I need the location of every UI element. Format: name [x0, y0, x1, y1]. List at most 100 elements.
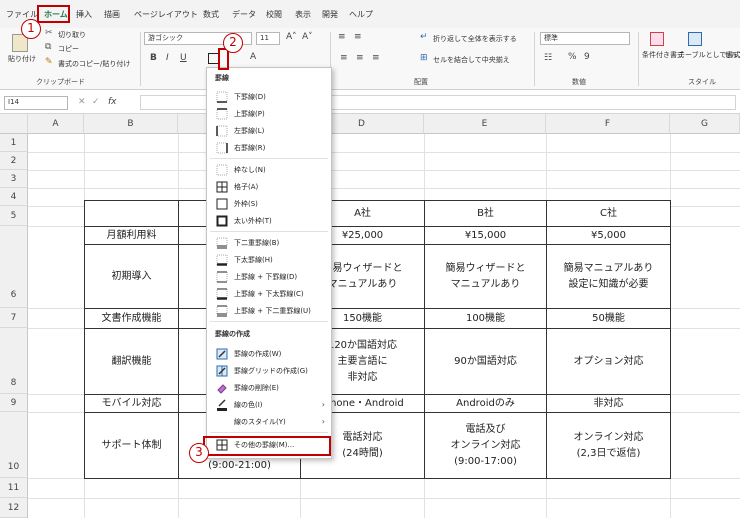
align-right-icon[interactable]: ≡: [372, 53, 380, 63]
row-label-fee[interactable]: 月額利用料: [84, 226, 179, 245]
menu-item-left-border[interactable]: 左罫線(L): [210, 122, 328, 139]
menu-item-bottom-double-border[interactable]: 下二重罫線(B): [210, 234, 328, 251]
alignment-group-label: 配置: [414, 78, 428, 86]
confirm-entry-icon[interactable]: ✓: [92, 97, 100, 107]
font-color-icon[interactable]: A: [250, 52, 256, 62]
comma-icon[interactable]: 9: [584, 52, 590, 62]
table-corner-cell[interactable]: [84, 200, 179, 227]
cancel-entry-icon[interactable]: ✕: [78, 97, 86, 107]
menu-item-top-border[interactable]: 上罫線(P): [210, 105, 328, 122]
menu-item-thick-bottom-border[interactable]: 下太罫線(H): [210, 251, 328, 268]
column-header-e[interactable]: E: [424, 114, 546, 134]
align-top-icon[interactable]: ≡: [338, 32, 346, 42]
bold-icon[interactable]: B: [150, 53, 157, 63]
step-badge-3: 3: [189, 443, 209, 463]
column-header-g[interactable]: G: [670, 114, 740, 134]
menu-item-label: 左罫線(L): [234, 126, 265, 135]
border-dropdown-menu: 罫線 下罫線(D) 上罫線(P) 左罫線(L) 右罫線(R) 枠なし(N) 格子…: [206, 67, 332, 459]
wrap-text-button[interactable]: 折り返して全体を表示する: [433, 34, 517, 44]
docs-cell-b[interactable]: 100機能: [424, 308, 547, 329]
menu-item-top-double-bottom-border[interactable]: 上罫線 + 下二重罫線(U): [210, 302, 328, 319]
row-header-7[interactable]: 7: [0, 308, 28, 328]
copy-button[interactable]: コピー: [58, 44, 79, 54]
menu-item-bottom-border[interactable]: 下罫線(D): [210, 88, 328, 105]
menu-item-draw-border[interactable]: 罫線の作成(W): [210, 345, 328, 362]
row-header-3[interactable]: 3: [0, 170, 28, 188]
row-label-mobile[interactable]: モバイル対応: [84, 394, 179, 413]
row-header-8[interactable]: 8: [0, 328, 28, 394]
translate-cell-b[interactable]: 90か国語対応: [424, 328, 547, 395]
row-header-6[interactable]: 6: [0, 226, 28, 308]
menu-item-top-bottom-border[interactable]: 上罫線 + 下罫線(D): [210, 268, 328, 285]
menu-item-line-style[interactable]: 線のスタイル(Y) ›: [210, 413, 328, 430]
row-header-10[interactable]: 10: [0, 412, 28, 478]
row-label-setup[interactable]: 初期導入: [84, 244, 179, 309]
row-header-1[interactable]: 1: [0, 134, 28, 152]
row-label-support[interactable]: サポート体制: [84, 412, 179, 479]
tab-review[interactable]: 校閲: [266, 9, 282, 20]
table-header-cc[interactable]: C社: [546, 200, 671, 227]
tab-view[interactable]: 表示: [295, 9, 311, 20]
tab-help[interactable]: ヘルプ: [349, 9, 373, 20]
fee-cell-b[interactable]: ¥15,000: [424, 226, 547, 245]
menu-divider: [210, 158, 328, 159]
column-header-f[interactable]: F: [546, 114, 670, 134]
docs-cell-cc[interactable]: 50機能: [546, 308, 671, 329]
align-left-icon[interactable]: ≡: [340, 53, 348, 63]
menu-item-outside-borders[interactable]: 外枠(S): [210, 195, 328, 212]
fee-cell-cc[interactable]: ¥5,000: [546, 226, 671, 245]
row-label-translate[interactable]: 翻訳機能: [84, 328, 179, 395]
decrease-font-icon[interactable]: A˅: [302, 32, 313, 42]
mobile-cell-cc[interactable]: 非対応: [546, 394, 671, 413]
cut-button[interactable]: 切り取り: [58, 30, 86, 40]
number-format-select[interactable]: 標準: [540, 32, 630, 45]
setup-cell-cc[interactable]: 簡易マニュアルあり 設定に知識が必要: [546, 244, 671, 309]
tab-data[interactable]: データ: [232, 9, 256, 20]
name-box[interactable]: I14: [4, 96, 68, 110]
tab-draw[interactable]: 描画: [104, 9, 120, 20]
row-header-11[interactable]: 11: [0, 478, 28, 498]
menu-item-thick-outside-borders[interactable]: 太い外枠(T): [210, 212, 328, 229]
row-header-5[interactable]: 5: [0, 206, 28, 226]
align-middle-icon[interactable]: ≡: [354, 32, 362, 42]
tab-page-layout[interactable]: ページレイアウト: [134, 9, 198, 20]
paste-button[interactable]: 貼り付け: [8, 54, 36, 64]
menu-item-line-color[interactable]: 線の色(I) ›: [210, 396, 328, 413]
row-header-12[interactable]: 12: [0, 498, 28, 518]
translate-cell-cc[interactable]: オプション対応: [546, 328, 671, 395]
select-all-corner[interactable]: [0, 114, 28, 134]
percent-icon[interactable]: %: [568, 52, 577, 62]
row-label-docs[interactable]: 文書作成機能: [84, 308, 179, 329]
column-header-a[interactable]: A: [28, 114, 84, 134]
menu-item-label: 枠なし(N): [234, 165, 266, 174]
support-cell-cc[interactable]: オンライン対応 (2,3日で返信): [546, 412, 671, 479]
cell-styles-button[interactable]: セルスタイル: [724, 50, 740, 60]
underline-icon[interactable]: U: [180, 53, 187, 63]
menu-item-right-border[interactable]: 右罫線(R): [210, 139, 328, 156]
line-color-icon: [216, 398, 228, 411]
align-center-icon[interactable]: ≡: [356, 53, 364, 63]
menu-item-erase-border[interactable]: 罫線の削除(E): [210, 379, 328, 396]
menu-item-no-border[interactable]: 枠なし(N): [210, 161, 328, 178]
increase-font-icon[interactable]: A˄: [286, 32, 297, 42]
insert-function-icon[interactable]: fx: [108, 97, 117, 107]
tab-formulas[interactable]: 数式: [203, 9, 219, 20]
font-size-select[interactable]: 11: [256, 32, 280, 45]
menu-item-all-borders[interactable]: 格子(A): [210, 178, 328, 195]
menu-item-top-thick-bottom-border[interactable]: 上罫線 + 下太罫線(C): [210, 285, 328, 302]
setup-cell-b[interactable]: 簡易ウィザードと マニュアルあり: [424, 244, 547, 309]
row-header-9[interactable]: 9: [0, 394, 28, 412]
merge-center-button[interactable]: セルを結合して中央揃え: [433, 55, 510, 65]
row-header-2[interactable]: 2: [0, 152, 28, 170]
italic-icon[interactable]: I: [166, 53, 169, 63]
mobile-cell-b[interactable]: Androidのみ: [424, 394, 547, 413]
support-cell-b[interactable]: 電話及び オンライン対応 (9:00-17:00): [424, 412, 547, 479]
tab-insert[interactable]: 挿入: [76, 9, 92, 20]
tab-developer[interactable]: 開発: [322, 9, 338, 20]
column-header-b[interactable]: B: [84, 114, 178, 134]
format-painter-button[interactable]: 書式のコピー/貼り付け: [58, 59, 130, 69]
row-header-4[interactable]: 4: [0, 188, 28, 206]
currency-icon[interactable]: ☷: [544, 53, 552, 63]
table-header-b[interactable]: B社: [424, 200, 547, 227]
menu-item-draw-border-grid[interactable]: 罫線グリッドの作成(G): [210, 362, 328, 379]
